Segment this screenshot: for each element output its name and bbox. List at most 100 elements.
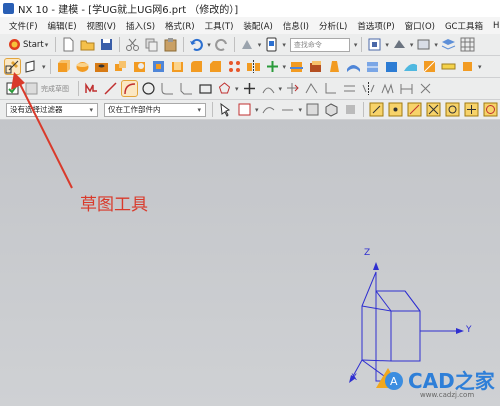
mirror-curve-icon[interactable] [361, 81, 376, 96]
snap-arc-center-icon[interactable] [445, 102, 460, 117]
circle-icon[interactable] [141, 81, 156, 96]
menu-insert[interactable]: 插入(S) [122, 20, 159, 32]
polygon-icon[interactable] [217, 81, 232, 96]
revolve-icon[interactable] [75, 59, 90, 74]
chamfer-sketch-icon[interactable] [179, 81, 194, 96]
offset-face-icon[interactable] [308, 59, 323, 74]
menu-edit[interactable]: 编辑(E) [44, 20, 81, 32]
offset-curve-icon[interactable] [261, 81, 276, 96]
selection-scope-select[interactable]: 仅在工作部件内 ▾ [103, 102, 206, 117]
patch-icon[interactable] [384, 59, 399, 74]
snap-control-icon[interactable] [407, 102, 422, 117]
pattern-curve-icon[interactable] [380, 81, 395, 96]
sketch-icon[interactable] [4, 58, 21, 75]
geometric-constraint-icon[interactable] [418, 81, 433, 96]
chevron-down-icon[interactable]: ▾ [207, 41, 211, 49]
open-folder-icon[interactable] [80, 37, 95, 52]
snap-midpoint-icon[interactable] [388, 102, 403, 117]
mirror-feature-icon[interactable] [246, 59, 261, 74]
body-icon[interactable] [460, 59, 475, 74]
chevron-down-icon[interactable]: ▾ [42, 63, 46, 71]
layer-icon[interactable] [441, 37, 456, 52]
chevron-down-icon[interactable]: ▾ [235, 85, 239, 93]
surface-icon[interactable] [403, 59, 418, 74]
chevron-down-icon[interactable]: ▾ [478, 63, 482, 71]
edge-blend-icon[interactable] [189, 59, 204, 74]
chevron-down-icon[interactable]: ▾ [255, 106, 259, 114]
sketch-orient-icon[interactable] [24, 81, 39, 96]
new-file-icon[interactable] [61, 37, 76, 52]
chevron-down-icon[interactable]: ▾ [279, 85, 283, 93]
copy-icon[interactable] [144, 37, 159, 52]
menu-analysis[interactable]: 分析(L) [315, 20, 351, 32]
menu-preferences[interactable]: 首选项(P) [353, 20, 398, 32]
point-sketch-icon[interactable] [242, 81, 257, 96]
display-icon[interactable] [416, 37, 431, 52]
menu-assembly[interactable]: 装配(A) [239, 20, 276, 32]
hole-icon[interactable] [94, 59, 109, 74]
make-corner-icon[interactable] [323, 81, 338, 96]
undo-icon[interactable] [189, 37, 204, 52]
repeat-command-icon[interactable] [240, 37, 255, 52]
snap-endpoint-icon[interactable] [369, 102, 384, 117]
intersect-icon[interactable] [151, 59, 166, 74]
arc-icon[interactable] [121, 80, 138, 97]
touch-mode-icon[interactable] [264, 37, 279, 52]
render-style-icon[interactable] [392, 37, 407, 52]
menu-view[interactable]: 视图(V) [83, 20, 120, 32]
chevron-down-icon[interactable]: ▾ [410, 41, 414, 49]
line-icon[interactable] [103, 81, 118, 96]
finish-sketch-label[interactable]: 完成草图 [41, 84, 69, 94]
chevron-down-icon[interactable]: ▾ [434, 41, 438, 49]
derived-line-icon[interactable] [342, 81, 357, 96]
select-all-icon[interactable] [237, 102, 252, 117]
menu-format[interactable]: 格式(R) [161, 20, 199, 32]
subtract-icon[interactable] [132, 59, 147, 74]
general-select-icon[interactable] [218, 102, 233, 117]
selection-filter-select[interactable]: 没有选择过滤器 ▾ [6, 102, 98, 117]
start-button[interactable]: Start ▾ [3, 38, 52, 51]
save-icon[interactable] [99, 37, 114, 52]
profile-icon[interactable] [84, 81, 99, 96]
snap-intersection-icon[interactable] [426, 102, 441, 117]
chevron-down-icon[interactable]: ▾ [283, 63, 287, 71]
sew-icon[interactable] [365, 59, 380, 74]
chevron-down-icon[interactable]: ▾ [298, 106, 302, 114]
measure-icon[interactable] [441, 59, 456, 74]
redo-icon[interactable] [214, 37, 229, 52]
command-search-input[interactable]: 查找命令 [289, 37, 350, 52]
body-select-icon[interactable] [324, 102, 339, 117]
follow-curve-icon[interactable] [261, 102, 276, 117]
cut-icon[interactable] [125, 37, 140, 52]
single-curve-icon[interactable] [280, 102, 295, 117]
menu-file[interactable]: 文件(F) [5, 20, 42, 32]
finish-sketch-icon[interactable] [5, 81, 20, 96]
unite-icon[interactable] [113, 59, 128, 74]
extrude-icon[interactable] [56, 59, 71, 74]
chevron-down-icon[interactable]: ▾ [385, 41, 389, 49]
section-icon[interactable] [422, 59, 437, 74]
search-dropdown-icon[interactable]: ▾ [354, 41, 358, 49]
component-select-icon[interactable] [343, 102, 358, 117]
pattern-feature-icon[interactable] [227, 59, 242, 74]
menu-hb-mc[interactable]: HB_MC [489, 21, 500, 31]
fillet-icon[interactable] [160, 81, 175, 96]
snap-quadrant-icon[interactable] [464, 102, 479, 117]
chevron-down-icon[interactable]: ▾ [258, 41, 262, 49]
menu-gc-toolbox[interactable]: GC工具箱 [441, 20, 487, 32]
draft-icon[interactable] [327, 59, 342, 74]
point-icon[interactable] [265, 59, 280, 74]
thicken-icon[interactable] [346, 59, 361, 74]
datum-plane-icon[interactable] [24, 59, 39, 74]
rapid-dimension-icon[interactable] [399, 81, 414, 96]
menu-window[interactable]: 窗口(O) [401, 20, 439, 32]
shell-icon[interactable] [170, 59, 185, 74]
grid-icon[interactable] [460, 37, 475, 52]
rectangle-icon[interactable] [198, 81, 213, 96]
quick-trim-icon[interactable] [285, 81, 300, 96]
chevron-down-icon[interactable]: ▾ [282, 41, 286, 49]
snap-point-on-curve-icon[interactable] [483, 102, 498, 117]
paste-icon[interactable] [163, 37, 178, 52]
quick-extend-icon[interactable] [304, 81, 319, 96]
trim-body-icon[interactable] [289, 59, 304, 74]
